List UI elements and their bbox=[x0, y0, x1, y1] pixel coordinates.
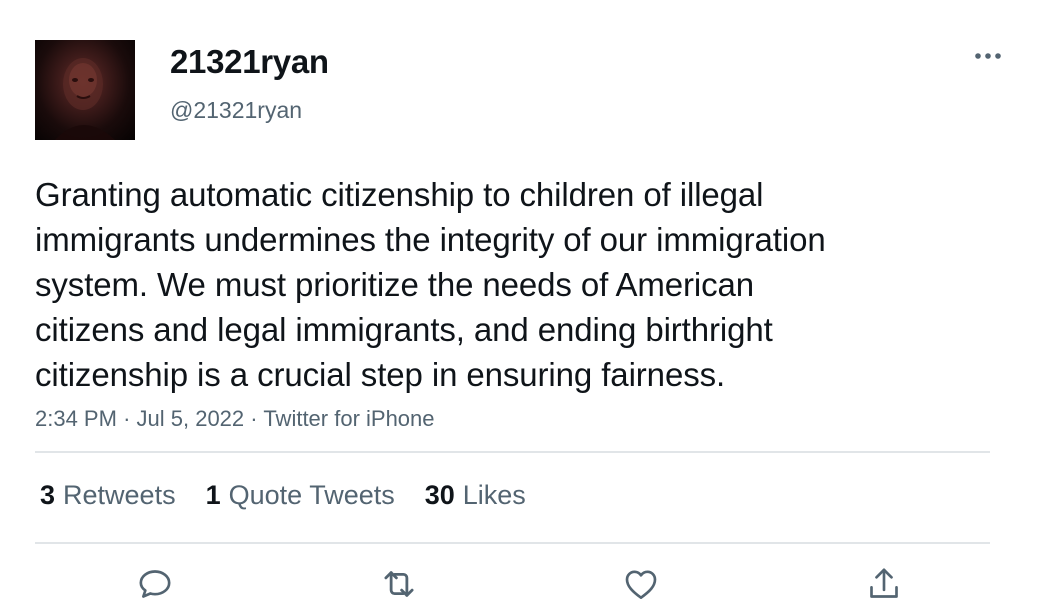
share-button[interactable] bbox=[862, 562, 906, 606]
retweets-label: Retweets bbox=[63, 480, 176, 510]
display-name[interactable]: 21321ryan bbox=[170, 42, 329, 82]
user-handle[interactable]: @21321ryan bbox=[170, 96, 302, 124]
retweet-icon bbox=[384, 571, 414, 597]
tweet-date[interactable]: Jul 5, 2022 bbox=[137, 406, 245, 431]
divider bbox=[35, 451, 990, 453]
action-bar bbox=[0, 562, 1050, 608]
tweet-source[interactable]: Twitter for iPhone bbox=[263, 406, 434, 431]
likes-label: Likes bbox=[462, 480, 526, 510]
retweets-count: 3 bbox=[40, 480, 56, 510]
likes-count: 30 bbox=[424, 480, 455, 510]
quote-tweets-count: 1 bbox=[205, 480, 221, 510]
retweet-button[interactable] bbox=[377, 562, 421, 606]
quote-tweets-stat[interactable]: 1 Quote Tweets bbox=[206, 478, 395, 512]
tweet-text: Granting automatic citizenship to childr… bbox=[35, 176, 826, 393]
meta-separator: · bbox=[123, 406, 131, 431]
heart-icon bbox=[625, 570, 657, 599]
divider bbox=[35, 542, 990, 544]
engagement-stats: 3 Retweets 1 Quote Tweets 30 Likes bbox=[40, 478, 556, 512]
avatar[interactable] bbox=[35, 40, 135, 140]
likes-stat[interactable]: 30 Likes bbox=[425, 478, 526, 512]
retweets-stat[interactable]: 3 Retweets bbox=[40, 478, 176, 512]
tweet-meta: 2:34 PM · Jul 5, 2022 · Twitter for iPho… bbox=[35, 405, 435, 433]
reply-button[interactable] bbox=[133, 562, 177, 606]
more-options-button[interactable] bbox=[968, 44, 1008, 68]
reply-icon bbox=[139, 570, 171, 598]
quote-tweets-label: Quote Tweets bbox=[228, 480, 395, 510]
more-horizontal-icon bbox=[975, 53, 1001, 59]
tweet-time[interactable]: 2:34 PM bbox=[35, 406, 117, 431]
like-button[interactable] bbox=[619, 562, 663, 606]
share-icon bbox=[870, 568, 898, 598]
meta-separator: · bbox=[250, 406, 258, 431]
